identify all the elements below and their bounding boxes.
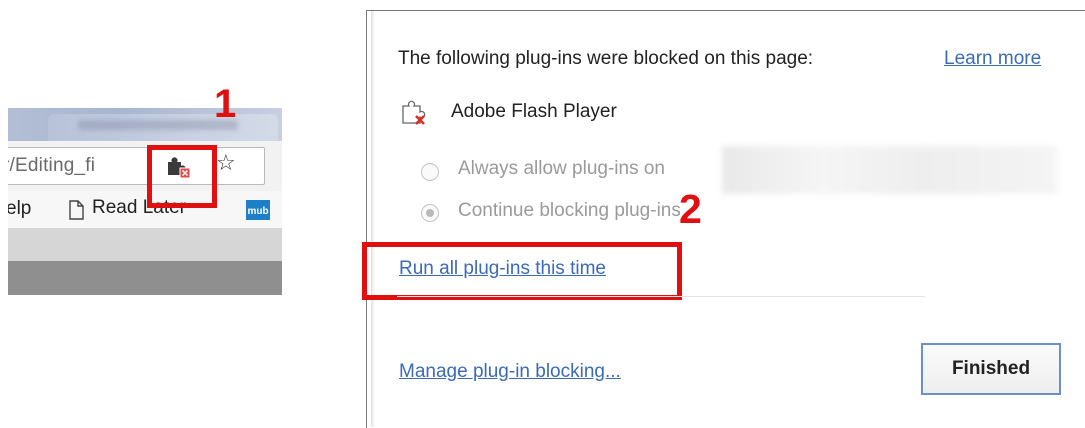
highlight-box-step-1 [147, 145, 217, 208]
url-text: r/Editing_fi [8, 155, 96, 176]
document-icon [69, 200, 84, 220]
manage-plugin-blocking-link[interactable]: Manage plug-in blocking... [399, 361, 621, 383]
step-number-1: 1 [214, 82, 237, 126]
toolbar: r/Editing_fi ☆ [8, 141, 282, 191]
option-continue-blocking-label: Continue blocking plug-ins [458, 200, 681, 221]
step-number-2: 2 [679, 186, 702, 232]
mub-icon[interactable]: mub [246, 200, 270, 220]
radio-always-allow[interactable] [421, 163, 439, 181]
plugin-name: Adobe Flash Player [451, 101, 617, 122]
star-icon[interactable]: ☆ [216, 151, 236, 177]
page-content-dark [8, 261, 282, 295]
bookmarks-bar: elp Read Later mub [8, 191, 282, 229]
learn-more-link[interactable]: Learn more [944, 48, 1041, 70]
browser-toolbar-crop: r/Editing_fi ☆ elp Read Later mub [8, 108, 282, 295]
blocked-plugin-icon [402, 100, 426, 125]
bubble-shadow [371, 10, 375, 427]
radio-continue-blocking[interactable] [421, 204, 439, 222]
blurred-domain [722, 146, 1057, 194]
option-always-allow-label: Always allow plug-ins on [458, 158, 665, 179]
finished-button[interactable]: Finished [921, 343, 1061, 395]
highlight-box-step-2 [362, 242, 682, 300]
bookmark-help[interactable]: elp [8, 198, 31, 220]
address-bar[interactable]: r/Editing_fi ☆ [8, 147, 265, 185]
tab-strip [8, 108, 282, 141]
divider [397, 296, 925, 297]
bubble-header: The following plug-ins were blocked on t… [398, 48, 814, 69]
